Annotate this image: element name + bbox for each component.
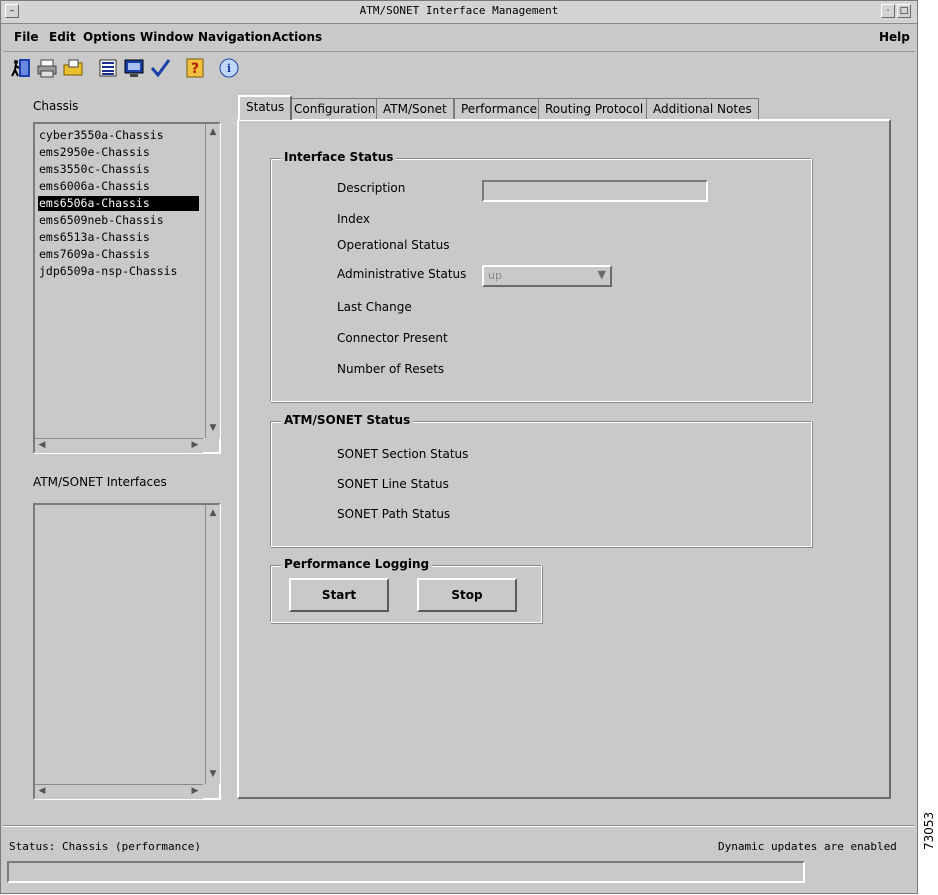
- atm-sonet-status-title: ATM/SONET Status: [281, 413, 414, 427]
- last-change-label: Last Change: [337, 300, 412, 314]
- interfaces-horizontal-scrollbar[interactable]: ◀ ▶: [35, 784, 203, 799]
- sonet-line-status-label: SONET Line Status: [337, 477, 449, 491]
- tab-performance[interactable]: Performance: [454, 98, 545, 119]
- administrative-status-label: Administrative Status: [337, 267, 467, 281]
- svg-text:i: i: [227, 62, 231, 75]
- scroll-right-icon[interactable]: ▶: [189, 439, 201, 451]
- list-icon[interactable]: [96, 56, 120, 80]
- chassis-list-item[interactable]: cyber3550a-Chassis: [38, 128, 199, 143]
- checkmark-icon[interactable]: [148, 56, 172, 80]
- minimize-button[interactable]: ·: [881, 4, 895, 18]
- chassis-list-item[interactable]: ems6006a-Chassis: [38, 179, 199, 194]
- menu-bar: File Edit Options Window Navigation Acti…: [3, 25, 915, 52]
- scroll-up-icon[interactable]: ▲: [207, 507, 219, 519]
- connector-present-label: Connector Present: [337, 331, 448, 345]
- scroll-down-icon[interactable]: ▼: [207, 768, 219, 780]
- sonet-section-status-label: SONET Section Status: [337, 447, 469, 461]
- chassis-horizontal-scrollbar[interactable]: ◀ ▶: [35, 438, 203, 453]
- scroll-left-icon[interactable]: ◀: [36, 785, 48, 797]
- help-icon[interactable]: ?: [183, 56, 207, 80]
- scroll-down-icon[interactable]: ▼: [207, 422, 219, 434]
- print-icon[interactable]: [35, 56, 59, 80]
- chassis-label: Chassis: [33, 99, 79, 113]
- dropdown-arrow-icon: ▼: [597, 268, 606, 281]
- interfaces-label: ATM/SONET Interfaces: [33, 475, 167, 489]
- operational-status-label: Operational Status: [337, 238, 450, 252]
- exit-icon[interactable]: [9, 56, 33, 80]
- scroll-right-icon[interactable]: ▶: [189, 785, 201, 797]
- description-input[interactable]: [482, 180, 708, 202]
- chassis-list-item[interactable]: jdp6509a-nsp-Chassis: [38, 264, 199, 279]
- atm-sonet-status-group: ATM/SONET Status SONET Section Status SO…: [270, 413, 812, 547]
- status-text: Status: Chassis (performance): [9, 840, 202, 853]
- tab-configuration[interactable]: Configuration: [287, 98, 383, 119]
- main-window: – ATM/SONET Interface Management · □ Fil…: [0, 0, 918, 894]
- menu-window[interactable]: Window: [140, 30, 194, 44]
- interfaces-vertical-scrollbar[interactable]: ▲ ▼: [205, 505, 220, 784]
- status-separator: [3, 825, 915, 827]
- interface-status-title: Interface Status: [281, 150, 397, 164]
- tab-routing-protocol[interactable]: Routing Protocol: [538, 98, 651, 119]
- menu-help[interactable]: Help: [879, 30, 910, 44]
- chassis-list-item[interactable]: ems6506a-Chassis: [38, 196, 199, 211]
- description-label: Description: [337, 181, 406, 195]
- scroll-up-icon[interactable]: ▲: [207, 126, 219, 138]
- start-button[interactable]: Start: [289, 578, 389, 612]
- svg-text:?: ?: [191, 61, 199, 77]
- sonet-path-status-label: SONET Path Status: [337, 507, 451, 521]
- open-folder-icon[interactable]: [61, 56, 85, 80]
- tab-additional-notes[interactable]: Additional Notes: [646, 98, 759, 119]
- interface-status-group: Interface Status Description Index Opera…: [270, 150, 812, 402]
- menu-actions[interactable]: Actions: [272, 30, 322, 44]
- title-bar: – ATM/SONET Interface Management · □: [1, 1, 917, 24]
- chassis-list-item[interactable]: ems3550c-Chassis: [38, 162, 199, 177]
- chassis-list-item[interactable]: ems2950e-Chassis: [38, 145, 199, 160]
- chassis-vertical-scrollbar[interactable]: ▲ ▼: [205, 124, 220, 438]
- dynamic-updates-text: Dynamic updates are enabled: [718, 840, 897, 853]
- info-icon[interactable]: i: [217, 56, 241, 80]
- tab-atm-sonet[interactable]: ATM/Sonet: [376, 98, 454, 119]
- window-title: ATM/SONET Interface Management: [359, 4, 559, 17]
- menu-file[interactable]: File: [14, 30, 39, 44]
- chassis-list[interactable]: cyber3550a-Chassis ems2950e-Chassis ems355…: [33, 122, 221, 454]
- menu-options[interactable]: Options: [83, 30, 136, 44]
- performance-logging-group: Performance Logging Start Stop: [270, 557, 542, 623]
- interfaces-list[interactable]: ▲ ▼ ◀ ▶: [33, 503, 221, 800]
- figure-number: 73053: [922, 811, 936, 850]
- index-label: Index: [337, 212, 371, 226]
- monitor-icon[interactable]: [122, 56, 146, 80]
- scroll-left-icon[interactable]: ◀: [36, 439, 48, 451]
- chassis-list-item[interactable]: ems6509neb-Chassis: [38, 213, 199, 228]
- number-of-resets-label: Number of Resets: [337, 362, 445, 376]
- administrative-status-select[interactable]: up ▼: [482, 265, 612, 287]
- stop-button[interactable]: Stop: [417, 578, 517, 612]
- administrative-status-value: up: [488, 269, 502, 282]
- maximize-button[interactable]: □: [897, 4, 911, 18]
- tab-status[interactable]: Status: [238, 95, 293, 120]
- chassis-list-item[interactable]: ems6513a-Chassis: [38, 230, 199, 245]
- status-tab-panel: Interface Status Description Index Opera…: [237, 119, 891, 799]
- status-progress-field: [7, 861, 805, 883]
- chassis-list-item[interactable]: ems7609a-Chassis: [38, 247, 199, 262]
- menu-navigation[interactable]: Navigation: [198, 30, 271, 44]
- menu-edit[interactable]: Edit: [49, 30, 76, 44]
- performance-logging-title: Performance Logging: [281, 557, 433, 571]
